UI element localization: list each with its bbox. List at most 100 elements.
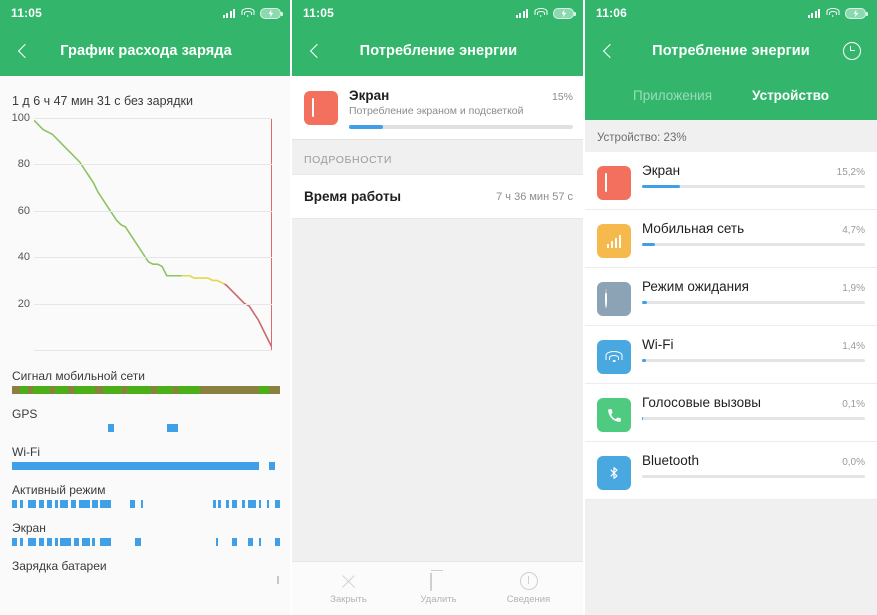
timeline-segment [28,500,37,508]
back-icon [602,43,618,59]
timeline-segment [70,500,77,508]
consumer-progress-fill [642,301,648,304]
consumer-percent: 15% [551,91,573,103]
chart-y-tick: 100 [11,112,30,124]
timeline-segment [199,386,259,394]
timeline-segment [12,538,18,546]
timeline-segment [100,538,112,546]
list-item[interactable]: Экран 15,2% [585,152,877,210]
app-bar: График расхода заряда [0,26,292,76]
timeline-wifi: Wi-Fi [12,445,280,470]
timeline-segment [156,386,173,394]
consumer-progress-track [642,475,865,478]
list-item[interactable]: Голосовые вызовы 0,1% [585,384,877,442]
timeline-segment [46,500,53,508]
timeline-segment [258,500,262,508]
app-bar: Потребление энергии [585,26,877,76]
bluetooth-icon [597,456,631,490]
info-button[interactable]: Сведения [501,572,557,605]
chart-y-axis: 100 80 60 40 20 [0,112,34,350]
section-label-details: ПОДРОБНОСТИ [304,154,392,166]
timeline-segment [277,576,279,584]
chart-line [34,118,272,350]
delete-button-label: Удалить [420,593,457,605]
page-title: Потребление энергии [359,43,518,59]
tab-device[interactable]: Устройство [752,88,829,103]
timeline-screen: Экран [12,521,280,546]
list-item[interactable]: Мобильная сеть 4,7% [585,210,877,268]
list-item[interactable]: Режим ожидания 1,9% [585,268,877,326]
consumer-progress-fill [642,243,656,246]
empty-space [292,219,585,561]
panel2-content: Экран 15% Потребление экраном и подсветк… [292,76,585,615]
consumer-name: Экран [642,163,681,178]
consumer-percent: 0,1% [842,399,865,410]
chart-y-tick: 60 [17,204,30,217]
timeline-segment [54,386,69,394]
signal-icon [515,8,528,18]
consumer-name: Экран [349,88,390,103]
list-item[interactable]: Bluetooth 0,0% [585,442,877,500]
tab-apps[interactable]: Приложения [633,88,712,103]
timeline-segment [79,500,90,508]
chart-gridline [34,210,272,212]
consumer-percent: 1,9% [842,283,865,294]
list-item[interactable]: Wi-Fi 1,4% [585,326,877,384]
timeline-segment [60,538,71,546]
timeline-segment [38,538,45,546]
timeline-track [12,538,280,546]
chart-y-tick: 40 [17,251,30,264]
back-button[interactable] [595,36,625,66]
timeline-segment [231,538,238,546]
timeline-segment [247,500,256,508]
status-icons [222,7,283,19]
consumer-progress-fill [642,359,646,362]
timeline-segment [33,386,50,394]
consumer-name: Bluetooth [642,453,700,468]
chart-gridline [34,257,272,259]
standby-power-icon [597,282,631,316]
delete-button[interactable]: Удалить [411,572,467,605]
panel-divider-2 [583,0,585,615]
timeline-segment [92,500,98,508]
app-bar: Потребление энергии [292,26,585,76]
timeline-segment [140,500,144,508]
action-bar: Закрыть Удалить Сведения [292,561,585,615]
close-button[interactable]: Закрыть [321,573,377,605]
status-bar: 11:05 [0,0,292,26]
timeline-segment [20,538,23,546]
timeline-label: GPS [12,407,38,421]
consumer-list: Экран 15,2% Мобильная сеть 4,7% Режим ожидан… [585,152,877,500]
timeline-label: Wi-Fi [12,445,40,459]
device-summary: Устройство: 23% [597,132,687,144]
consumer-progress-track [642,417,865,420]
battery-charging-icon [553,7,576,19]
history-clock-icon [843,42,861,60]
info-icon [519,572,538,590]
wifi-icon [826,8,839,18]
timeline-label: Зарядка батареи [12,559,107,573]
timeline-segment [258,538,262,546]
timeline-segment [274,538,280,546]
panel-battery-graph: 11:05 График расхода заряда 1 д 6 ч 47 м… [0,0,292,615]
consumer-name: Режим ожидания [642,279,749,294]
chart-y-tick: 80 [17,158,30,171]
consumer-percent: 1,4% [842,341,865,352]
page-title: График расхода заряда [60,43,232,59]
panel-power-consumption-detail: 11:05 Потребление энергии Экран 15% Потр… [292,0,585,615]
timeline-segment [12,500,18,508]
consumer-card[interactable]: Экран 15% Потребление экраном и подсветк… [292,76,585,140]
timeline-segment [95,386,104,394]
panel-power-consumption-device: 11:06 Потребление энергии Приложения Уст… [585,0,877,615]
battery-charging-icon [845,7,868,19]
consumer-progress-track [642,243,865,246]
signal-icon [807,8,820,18]
trash-icon [430,572,447,591]
timeline-battery-charging: Зарядка батареи [12,559,280,584]
chart-gridline [34,164,272,166]
timeline-segment [269,462,275,470]
history-button[interactable] [837,36,867,66]
timeline-track [12,424,280,432]
timeline-segment [108,424,114,432]
status-clock: 11:06 [596,6,628,20]
